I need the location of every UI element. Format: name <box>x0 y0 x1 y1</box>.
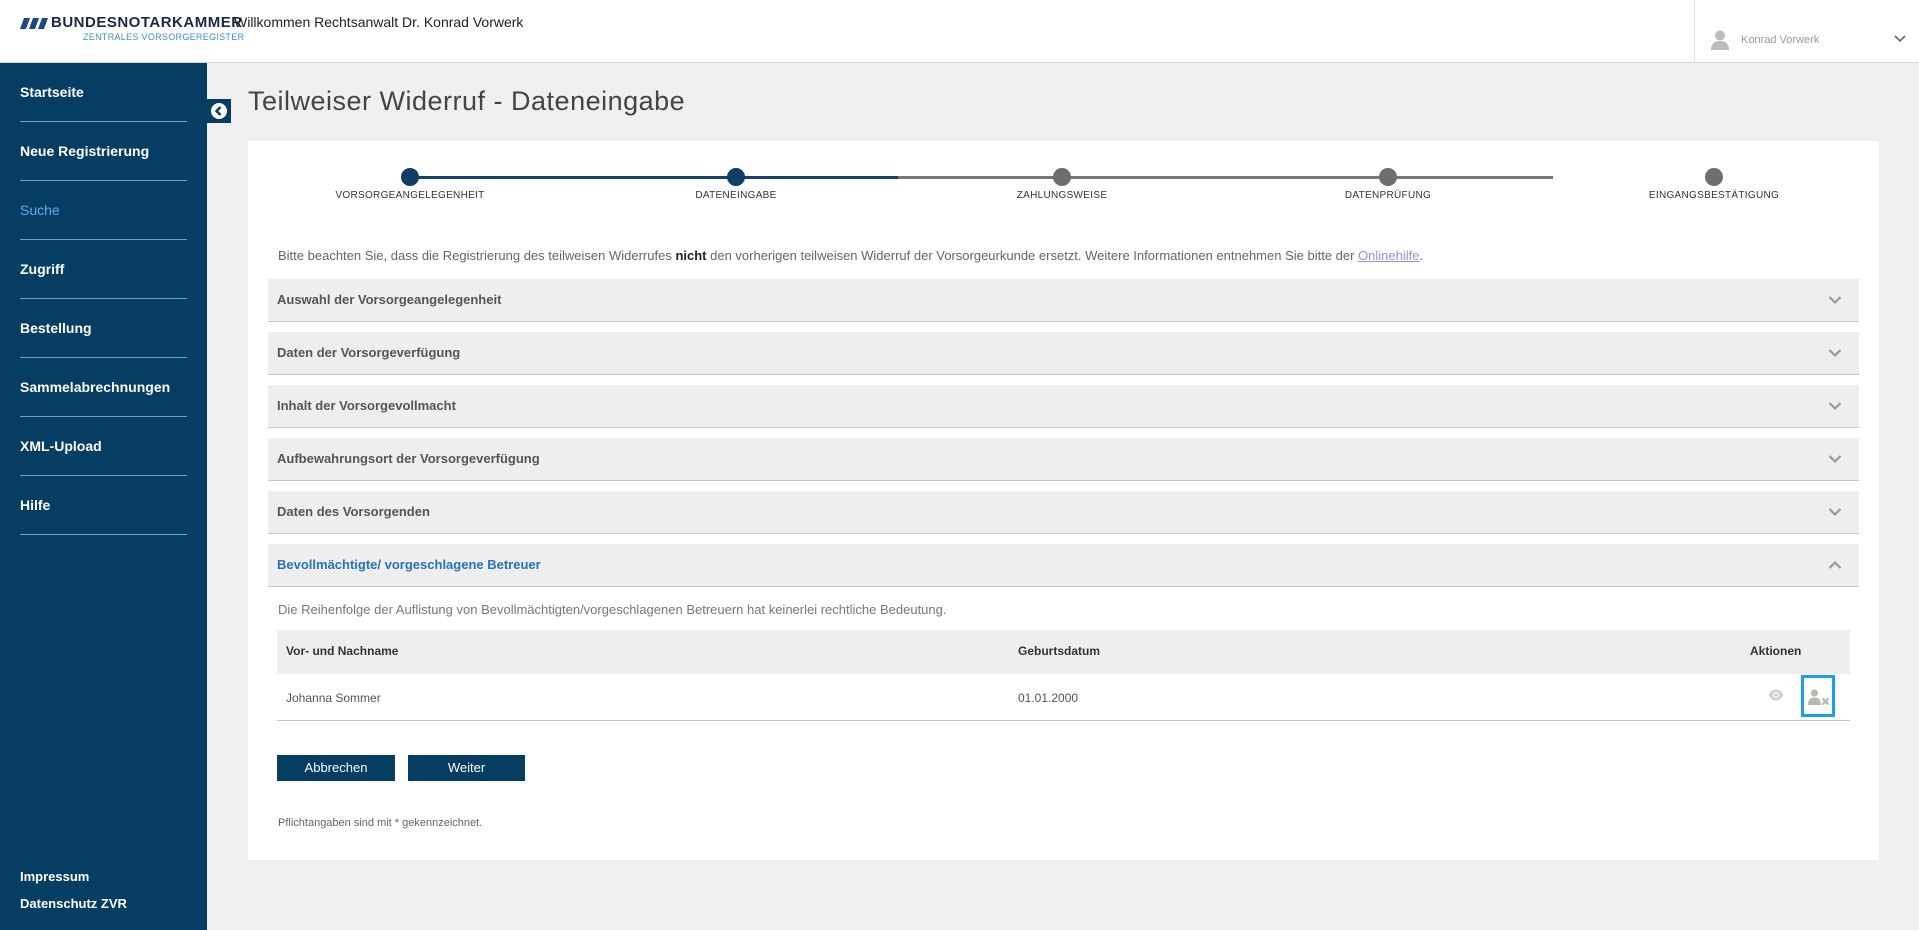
sidebar-item-startseite[interactable]: Startseite <box>20 63 187 122</box>
top-bar: BUNDESNOTARKAMMER ZENTRALES VORSORGEREGI… <box>0 0 1919 63</box>
remove-user-icon <box>1808 689 1830 705</box>
user-menu[interactable]: Konrad Vorwerk <box>1694 0 1919 63</box>
chevron-down-icon <box>1828 455 1842 464</box>
chevron-down-icon <box>1828 402 1842 411</box>
section-bevollmaechtigte[interactable]: Bevollmächtigte/ vorgeschlagene Betreuer <box>268 544 1859 587</box>
sidebar-item-suche[interactable]: Suche <box>20 181 187 240</box>
section-inhalt-vorsorgevollmacht[interactable]: Inhalt der Vorsorgevollmacht <box>268 385 1859 428</box>
section-title: Bevollmächtigte/ vorgeschlagene Betreuer <box>277 557 541 572</box>
chevron-down-icon[interactable] <box>1894 35 1906 43</box>
sidebar-item-zugriff[interactable]: Zugriff <box>20 240 187 299</box>
section-title: Daten des Vorsorgenden <box>277 504 430 519</box>
onlinehilfe-link[interactable]: Onlinehilfe <box>1358 248 1419 263</box>
sidebar-item-hilfe[interactable]: Hilfe <box>20 476 187 535</box>
section-auswahl-vorsorgeangelegenheit[interactable]: Auswahl der Vorsorgeangelegenheit <box>268 279 1859 322</box>
cancel-button[interactable]: Abbrechen <box>277 755 395 781</box>
sidebar-item-bestellung[interactable]: Bestellung <box>20 299 187 358</box>
notice-part: den vorherigen teilweisen Widerruf der V… <box>706 248 1359 263</box>
section-aufbewahrungsort[interactable]: Aufbewahrungsort der Vorsorgeverfügung <box>268 438 1859 481</box>
sidebar-item-sammelabrechnungen[interactable]: Sammelabrechnungen <box>20 358 187 417</box>
section-title: Daten der Vorsorgeverfügung <box>277 345 461 360</box>
step-label-datenpruefung: DATENPRÜFUNG <box>1344 190 1432 201</box>
step-label-vorsorgeangelegenheit: VORSORGEANGELEGENHEIT <box>335 190 485 201</box>
required-fields-note: Pflichtangaben sind mit * gekennzeichnet… <box>278 817 483 829</box>
page-title: Teilweiser Widerruf - Dateneingabe <box>248 86 686 116</box>
remove-betreuer-button[interactable] <box>1801 675 1835 717</box>
notice-part: Bitte beachten Sie, dass die Registrieru… <box>278 248 676 263</box>
user-icon <box>1711 30 1729 50</box>
chevron-down-icon <box>1828 508 1842 517</box>
welcome-text: Willkommen Rechtsanwalt Dr. Konrad Vorwe… <box>234 14 524 30</box>
stepper-line-completed <box>410 176 898 179</box>
logo-title: BUNDESNOTARKAMMER <box>51 14 243 31</box>
column-header-birthdate: Geburtsdatum <box>1018 644 1101 658</box>
step-dot-zahlungsweise <box>1053 168 1071 186</box>
notice-bold: nicht <box>675 248 707 263</box>
section-title: Auswahl der Vorsorgeangelegenheit <box>277 292 502 307</box>
step-dot-datenpruefung <box>1379 168 1397 186</box>
notice-part: . <box>1419 248 1424 263</box>
step-label-eingangsbestaetigung: EINGANGSBESTÄTIGUNG <box>1648 190 1780 201</box>
column-header-name: Vor- und Nachname <box>286 644 399 658</box>
section-title: Aufbewahrungsort der Vorsorgeverfügung <box>277 451 540 466</box>
table-header: Vor- und Nachname Geburtsdatum Aktionen <box>277 630 1850 674</box>
section-daten-vorsorgenden[interactable]: Daten des Vorsorgenden <box>268 491 1859 534</box>
user-name: Konrad Vorwerk <box>1741 34 1820 46</box>
step-dot-eingangsbestaetigung <box>1705 168 1723 186</box>
step-label-dateneingabe: DATENEINGABE <box>695 190 777 201</box>
sidebar-collapse-toggle[interactable] <box>207 99 231 123</box>
logo-stripes-icon <box>20 18 48 29</box>
cell-name: Johanna Sommer <box>286 691 381 705</box>
betreuer-info-text: Die Reihenfolge der Auflistung von Bevol… <box>278 602 947 617</box>
table-row: Johanna Sommer 01.01.2000 <box>277 674 1850 721</box>
chevron-down-icon <box>1828 296 1842 305</box>
logo-subtitle: ZENTRALES VORSORGEREGISTER <box>83 32 245 42</box>
column-header-actions: Aktionen <box>1750 644 1802 658</box>
sidebar-item-xml-upload[interactable]: XML-Upload <box>20 417 187 476</box>
section-daten-vorsorgeverfuegung[interactable]: Daten der Vorsorgeverfügung <box>268 332 1859 375</box>
cell-birthdate: 01.01.2000 <box>1018 691 1079 705</box>
datenschutz-link[interactable]: Datenschutz ZVR <box>20 896 127 911</box>
impressum-link[interactable]: Impressum <box>20 869 89 884</box>
chevron-down-icon <box>1828 349 1842 358</box>
notice-text: Bitte beachten Sie, dass die Registrieru… <box>278 248 1423 263</box>
stepper-line-pending <box>898 176 1553 179</box>
sidebar: Startseite Neue Registrierung Suche Zugr… <box>0 63 207 930</box>
collapse-arrow-icon <box>211 103 227 119</box>
sidebar-item-neue-registrierung[interactable]: Neue Registrierung <box>20 122 187 181</box>
step-dot-vorsorgeangelegenheit <box>401 168 419 186</box>
main-panel: VORSORGEANGELEGENHEIT DATENEINGABE ZAHLU… <box>248 141 1879 860</box>
chevron-up-icon <box>1828 560 1842 569</box>
eye-icon[interactable] <box>1768 689 1784 701</box>
next-button[interactable]: Weiter <box>408 755 525 781</box>
step-label-zahlungsweise: ZAHLUNGSWEISE <box>1016 190 1108 201</box>
step-dot-dateneingabe <box>727 168 745 186</box>
section-title: Inhalt der Vorsorgevollmacht <box>277 398 456 413</box>
